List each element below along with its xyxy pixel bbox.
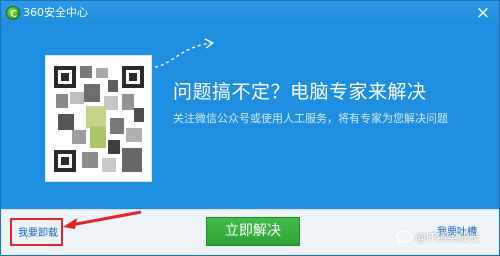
app-window: 360安全中心 × 问题搞不定？电脑专家来解决 关注微信公众号或使用人工服务，将… bbox=[0, 0, 500, 256]
dashed-arrow-icon bbox=[154, 38, 215, 68]
annotation-arrow-icon bbox=[63, 210, 142, 229]
subtitle: 关注微信公众号或使用人工服务，将有专家为您解决问题 bbox=[173, 112, 448, 125]
solve-now-button[interactable]: 立即解决 bbox=[206, 217, 300, 246]
qr-code bbox=[45, 55, 152, 182]
window-title: 360安全中心 bbox=[23, 6, 88, 19]
close-button[interactable]: × bbox=[473, 4, 493, 22]
watermark-text: @IT精英成长 bbox=[415, 231, 480, 244]
qr-code-image-icon bbox=[52, 62, 147, 177]
watermark: @IT精英成长 bbox=[396, 229, 480, 245]
uninstall-link[interactable]: 我要卸载 bbox=[18, 224, 58, 239]
titlebar: 360安全中心 × bbox=[1, 1, 499, 25]
main-panel: 问题搞不定？电脑专家来解决 关注微信公众号或使用人工服务，将有专家为您解决问题 bbox=[1, 25, 499, 209]
headline: 问题搞不定？电脑专家来解决 bbox=[173, 81, 427, 103]
chat-bubble-icon bbox=[396, 230, 412, 244]
360-logo-icon bbox=[6, 6, 20, 20]
